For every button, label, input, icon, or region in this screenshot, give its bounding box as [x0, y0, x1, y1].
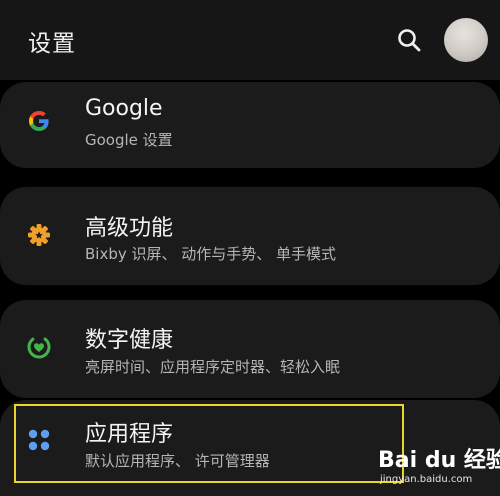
page-title: 设置	[28, 31, 76, 57]
baidu-jingyan-watermark: Bai du 经验 jingyan.baidu.com	[378, 442, 500, 496]
item-subtitle: Bixby 识屏、 动作与手势、 单手模式	[85, 245, 337, 263]
item-title: 数字健康	[85, 328, 174, 353]
item-subtitle: 默认应用程序、 许可管理器	[85, 452, 270, 470]
google-g-icon	[24, 106, 54, 136]
advanced-features-gear-icon	[24, 220, 54, 250]
settings-item-digital-wellbeing[interactable]: 数字健康 亮屏时间、应用程序定时器、轻松入眠	[0, 300, 500, 398]
avatar[interactable]	[444, 18, 488, 62]
item-title: 应用程序	[85, 422, 174, 447]
search-button[interactable]	[393, 24, 427, 58]
item-title: Google	[85, 96, 163, 121]
search-icon	[398, 29, 421, 52]
settings-item-advanced-features[interactable]: 高级功能 Bixby 识屏、 动作与手势、 单手模式	[0, 187, 500, 285]
item-subtitle: 亮屏时间、应用程序定时器、轻松入眠	[85, 358, 341, 376]
apps-grid-icon	[24, 425, 54, 455]
app-header: 设置	[0, 0, 500, 80]
item-title: 高级功能	[85, 216, 174, 241]
watermark-url: jingyan.baidu.com	[380, 474, 473, 485]
watermark-logo: Bai du 经验	[378, 448, 500, 473]
item-subtitle: Google 设置	[85, 131, 173, 149]
settings-item-google[interactable]: Google Google 设置	[0, 82, 500, 168]
digital-wellbeing-icon	[24, 332, 54, 362]
